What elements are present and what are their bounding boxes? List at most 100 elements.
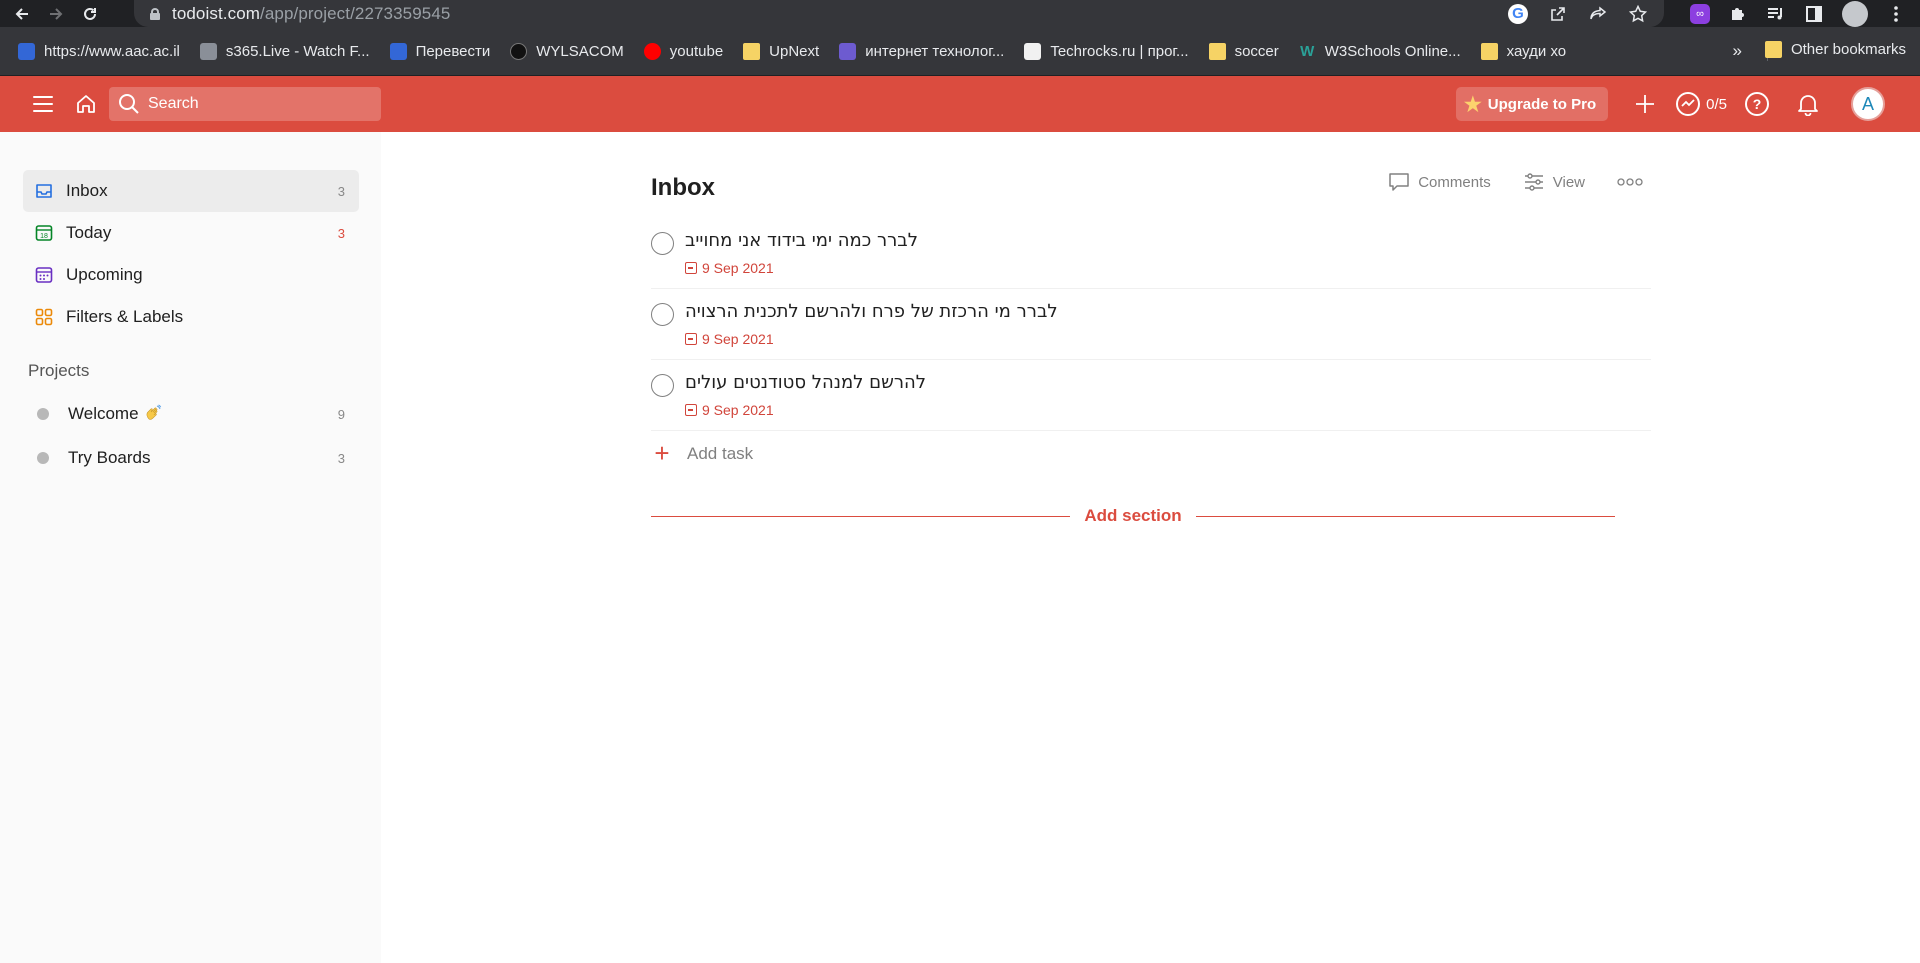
- bookmark-folder[interactable]: soccer: [1208, 42, 1279, 60]
- share-icon[interactable]: [1588, 4, 1608, 24]
- bookmark-item[interactable]: Techrocks.ru | прог...: [1024, 42, 1189, 60]
- bookmark-favicon-icon: [199, 42, 217, 60]
- view-label: View: [1552, 173, 1585, 191]
- task-checkbox[interactable]: [651, 374, 674, 397]
- more-actions-icon[interactable]: [1617, 177, 1651, 187]
- task-content[interactable]: לברר כמה ימי בידוד אני מחוייב: [685, 230, 918, 251]
- project-color-dot: [37, 408, 49, 420]
- task-item[interactable]: לברר כמה ימי בידוד אני מחוייב 9 Sep 2021: [651, 218, 1651, 289]
- project-color-dot: [37, 452, 49, 464]
- bookmark-favicon-icon: [510, 42, 528, 60]
- bookmark-item[interactable]: youtube: [643, 42, 723, 60]
- task-content[interactable]: לברר מי הרכזת של פרח ולהרשם לתכנית הרצוי…: [685, 301, 1058, 322]
- user-avatar[interactable]: A: [1851, 87, 1885, 121]
- app-header: Search ★ Upgrade to Pro 0/5 ? A: [0, 76, 1920, 132]
- bookmark-folder[interactable]: UpNext: [743, 42, 819, 60]
- quick-add-icon[interactable]: [1630, 89, 1660, 119]
- view-options-button[interactable]: View: [1523, 172, 1585, 192]
- project-label: Try Boards: [68, 448, 151, 467]
- calendar-icon: [685, 404, 697, 416]
- bookmark-item[interactable]: W W3Schools Online...: [1299, 43, 1461, 60]
- task-due-date[interactable]: 9 Sep 2021: [685, 402, 774, 418]
- bookmarks-overflow-button[interactable]: »: [1733, 41, 1742, 61]
- youtube-icon: [643, 42, 661, 60]
- svg-text:18: 18: [40, 233, 48, 240]
- bookmark-folder[interactable]: хауди хо: [1480, 42, 1566, 60]
- notifications-icon[interactable]: [1793, 89, 1823, 119]
- project-count: 3: [337, 450, 345, 466]
- lock-icon: [150, 7, 160, 20]
- page-title: Inbox: [651, 174, 715, 201]
- sidebar-item-count: 3: [337, 183, 345, 199]
- bookmark-item[interactable]: интернет технолог...: [839, 42, 1004, 60]
- google-icon[interactable]: G: [1508, 3, 1528, 24]
- extension-icon[interactable]: ∞: [1690, 3, 1710, 24]
- productivity-button[interactable]: 0/5: [1676, 92, 1727, 116]
- plus-icon: +: [654, 438, 670, 468]
- sidebar-item-upcoming[interactable]: Upcoming: [23, 254, 359, 296]
- home-icon[interactable]: [75, 93, 97, 115]
- section-divider: [1195, 515, 1616, 517]
- sidebar-item-filters-labels[interactable]: Filters & Labels: [23, 296, 359, 338]
- task-checkbox[interactable]: [651, 232, 674, 255]
- sidebar-item-count: 3: [337, 225, 345, 241]
- main-content: Inbox Comments View לברר כמה ימי בידוד א…: [381, 132, 1920, 963]
- bookmark-item[interactable]: WYLSACOM: [510, 42, 624, 60]
- open-external-icon[interactable]: [1548, 4, 1568, 24]
- bookmark-favicon-icon: [389, 42, 407, 60]
- task-content[interactable]: להרשם למנהל סטודנטים עולים: [685, 372, 926, 393]
- sidebar-project-welcome[interactable]: Welcome 9: [23, 392, 359, 436]
- comments-label: Comments: [1418, 173, 1491, 191]
- today-icon: 18: [33, 222, 55, 244]
- other-bookmarks-folder[interactable]: Other bookmarks: [1764, 41, 1906, 58]
- puzzle-icon[interactable]: [1728, 4, 1748, 24]
- browser-profile-avatar[interactable]: [1842, 0, 1868, 27]
- inbox-icon: [33, 180, 55, 202]
- back-arrow-icon[interactable]: [8, 0, 36, 27]
- help-icon[interactable]: ?: [1745, 92, 1769, 116]
- filters-icon: [33, 306, 55, 328]
- bookmark-favicon-icon: [18, 42, 35, 60]
- add-task-button[interactable]: + Add task: [651, 438, 753, 469]
- bookmark-item[interactable]: s365.Live - Watch F...: [199, 42, 370, 60]
- task-item[interactable]: להרשם למנהל סטודנטים עולים 9 Sep 2021: [651, 360, 1651, 431]
- bookmark-item[interactable]: https://www.aac.ac.il: [18, 42, 180, 60]
- bookmarks-bar: https://www.aac.ac.il s365.Live - Watch …: [0, 27, 1920, 76]
- task-due-date[interactable]: 9 Sep 2021: [685, 260, 774, 276]
- media-queue-icon[interactable]: [1766, 4, 1786, 24]
- projects-heading[interactable]: Projects: [28, 358, 381, 384]
- bookmark-favicon-icon: [1024, 42, 1042, 60]
- sidebar-item-today[interactable]: 18 Today 3: [23, 212, 359, 254]
- task-checkbox[interactable]: [651, 303, 674, 326]
- sidebar-item-inbox[interactable]: Inbox 3: [23, 170, 359, 212]
- upgrade-label: Upgrade to Pro: [1487, 95, 1597, 113]
- kebab-menu-icon[interactable]: [1886, 4, 1906, 24]
- project-count: 9: [337, 406, 345, 422]
- bookmark-star-icon[interactable]: [1628, 4, 1648, 24]
- task-due-date[interactable]: 9 Sep 2021: [685, 331, 774, 347]
- reload-icon[interactable]: [76, 0, 104, 27]
- sidebar-item-label: Filters & Labels: [66, 307, 184, 326]
- sidebar-project-try-boards[interactable]: Try Boards 3: [23, 436, 359, 480]
- task-list: לברר כמה ימי בידוד אני מחוייב 9 Sep 2021…: [651, 218, 1651, 431]
- comments-button[interactable]: Comments: [1388, 172, 1491, 192]
- star-icon: ★: [1463, 93, 1482, 116]
- folder-icon: [1764, 41, 1782, 58]
- folder-icon: [743, 42, 761, 60]
- forward-arrow-icon[interactable]: [42, 0, 70, 27]
- task-item[interactable]: לברר מי הרכזת של פרח ולהרשם לתכנית הרצוי…: [651, 289, 1651, 360]
- add-section-label: Add section: [1084, 506, 1182, 525]
- w3schools-icon: W: [1300, 42, 1315, 60]
- search-input[interactable]: Search: [109, 87, 381, 121]
- upcoming-icon: [33, 264, 55, 286]
- upgrade-button[interactable]: ★ Upgrade to Pro: [1455, 87, 1609, 121]
- sidebar-item-label: Upcoming: [66, 265, 143, 284]
- view-sliders-icon: [1524, 173, 1543, 191]
- menu-toggle-icon[interactable]: [33, 96, 53, 112]
- bookmark-item[interactable]: Перевести: [389, 42, 490, 60]
- comment-icon: [1389, 173, 1409, 191]
- add-section-button[interactable]: Add section: [651, 501, 1616, 531]
- folder-icon: [1480, 42, 1498, 60]
- side-panel-icon[interactable]: [1804, 4, 1824, 24]
- address-bar[interactable]: todoist.com/app/project/2273359545 G: [134, 0, 1664, 27]
